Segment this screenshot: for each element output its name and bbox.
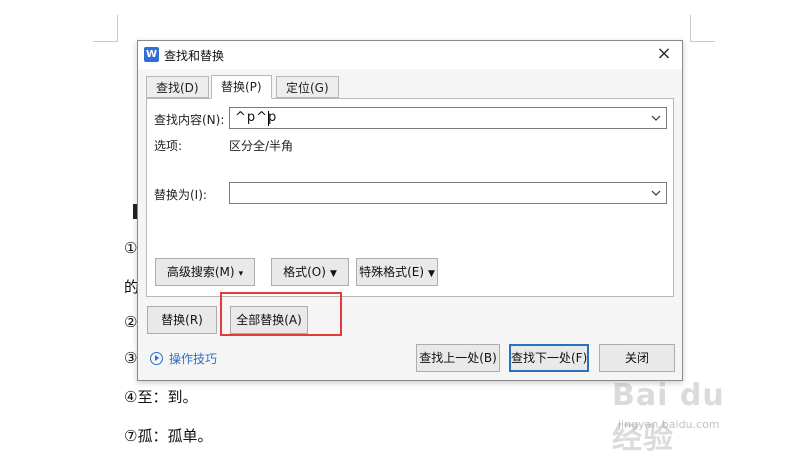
advanced-search-button[interactable]: 高级搜索(M) ▾	[155, 258, 255, 286]
double-chevron-down-icon: ▾	[238, 269, 244, 279]
find-value: ^p^p	[235, 110, 278, 125]
play-circle-icon	[150, 352, 163, 365]
replace-label: 替换为(I):	[154, 188, 207, 202]
close-icon[interactable]: ×	[654, 44, 674, 64]
page-corner-marker	[93, 15, 118, 42]
options-label: 选项:	[154, 139, 183, 153]
chevron-down-icon[interactable]	[650, 111, 662, 125]
doc-line: ②	[124, 313, 138, 331]
dialog-titlebar: W 查找和替换 ×	[138, 41, 682, 69]
special-format-label: 特殊格式(E)	[359, 265, 425, 279]
find-previous-button[interactable]: 查找上一处(B)	[416, 344, 500, 372]
doc-line: ③	[124, 349, 138, 367]
replace-panel: 查找内容(N): ^p^p 选项: 区分全/半角 替换为(I): 高级搜索(M)…	[146, 98, 674, 297]
tab-replace[interactable]: 替换(P)	[211, 75, 272, 99]
format-button[interactable]: 格式(O) ▼	[271, 258, 349, 286]
wps-writer-icon: W	[144, 47, 159, 62]
watermark-url: jingyan.baidu.com	[618, 418, 720, 431]
page-corner-marker	[690, 15, 715, 42]
replace-input[interactable]	[229, 182, 667, 204]
options-value: 区分全/半角	[229, 139, 294, 153]
close-button[interactable]: 关闭	[599, 344, 675, 372]
doc-line: ④至：到。	[124, 388, 198, 406]
baidu-watermark: Bai du 经验 jingyan.baidu.com	[612, 378, 762, 456]
doc-line: ①	[124, 239, 138, 257]
tab-find[interactable]: 查找(D)	[146, 76, 209, 98]
dialog-title: 查找和替换	[164, 49, 225, 63]
replace-all-button[interactable]: 全部替换(A)	[230, 306, 308, 334]
replace-button[interactable]: 替换(R)	[147, 306, 217, 334]
format-label: 格式(O)	[283, 265, 326, 279]
find-input[interactable]: ^p^p	[229, 107, 667, 129]
find-replace-dialog: W 查找和替换 × 查找(D) 替换(P) 定位(G) 查找内容(N): ^p^…	[137, 40, 683, 381]
tab-goto[interactable]: 定位(G)	[276, 76, 339, 98]
tips-label: 操作技巧	[169, 352, 218, 366]
doc-line: ⑦孤：孤单。	[124, 427, 213, 445]
text-caret	[268, 111, 269, 126]
tips-link[interactable]: 操作技巧	[150, 350, 217, 367]
special-format-button[interactable]: 特殊格式(E) ▼	[356, 258, 438, 286]
find-label: 查找内容(N):	[154, 113, 225, 127]
dropdown-arrow-icon: ▼	[428, 269, 435, 279]
dropdown-arrow-icon: ▼	[329, 269, 337, 279]
find-next-button[interactable]: 查找下一处(F)	[509, 344, 589, 372]
chevron-down-icon[interactable]	[650, 186, 662, 200]
advanced-search-label: 高级搜索(M)	[166, 265, 235, 279]
